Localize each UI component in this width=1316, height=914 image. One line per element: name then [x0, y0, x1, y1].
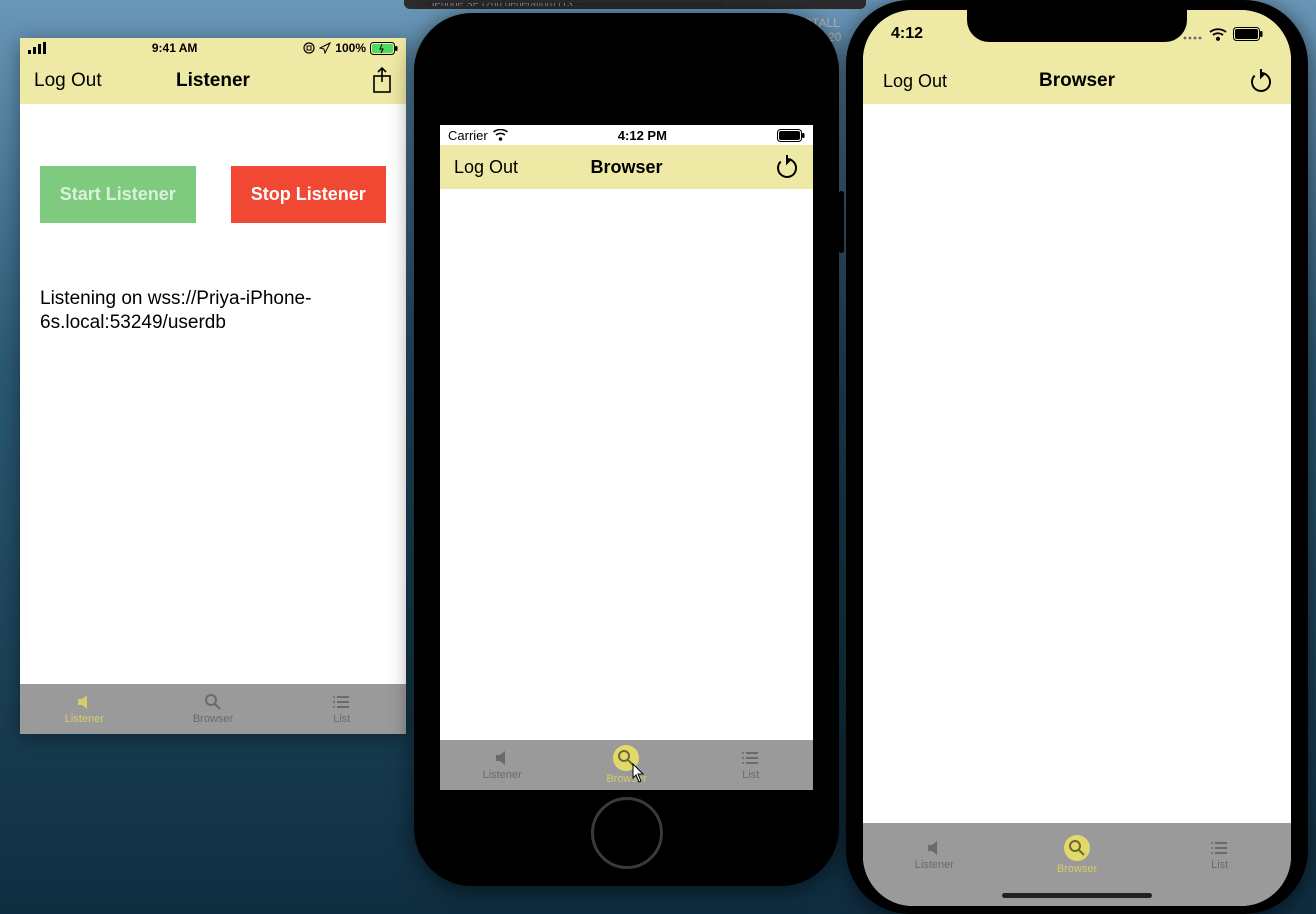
- simulator-browser-iphone8: Carrier 4:12 PM Log Out Browser Listener: [414, 13, 839, 886]
- cell-signal-icon: [28, 42, 46, 54]
- battery-icon: [777, 129, 805, 142]
- status-time: 4:12: [891, 25, 923, 43]
- page-title: Browser: [1039, 70, 1115, 92]
- start-listener-button[interactable]: Start Listener: [40, 166, 196, 223]
- tab-browser[interactable]: Browser: [1006, 823, 1149, 886]
- browser-content: [440, 189, 813, 740]
- mouse-cursor-icon: [632, 763, 646, 783]
- screen: Carrier 4:12 PM Log Out Browser Listener: [440, 125, 813, 790]
- status-bar: 9:41 AM 100%: [20, 38, 406, 58]
- refresh-icon[interactable]: [1249, 67, 1273, 95]
- tab-label: Listener: [483, 769, 522, 781]
- tab-listener[interactable]: Listener: [863, 823, 1006, 886]
- tab-label: Browser: [1057, 863, 1097, 875]
- xcode-status: iPhone SE (2nd generation) (13…: [426, 3, 723, 6]
- home-button[interactable]: [591, 797, 663, 869]
- tab-browser[interactable]: Browser: [564, 740, 688, 790]
- status-time: 4:12 PM: [618, 128, 667, 143]
- tab-list[interactable]: List: [1148, 823, 1291, 886]
- tab-bar: Listener Browser List: [440, 740, 813, 790]
- tab-label: List: [333, 713, 350, 725]
- logout-button[interactable]: Log Out: [34, 70, 102, 92]
- tab-label: List: [1211, 859, 1228, 871]
- logout-button[interactable]: Log Out: [883, 71, 947, 92]
- battery-icon: [1233, 27, 1263, 41]
- speaker-icon: [493, 749, 511, 767]
- tab-list[interactable]: List: [277, 684, 406, 734]
- refresh-icon[interactable]: [775, 153, 799, 181]
- speaker-icon: [925, 839, 943, 857]
- page-title: Listener: [176, 70, 250, 92]
- device-notch: [967, 10, 1187, 42]
- screen: 4:12 Log Out Browser Listener: [863, 10, 1291, 906]
- listener-status-text: Listening on wss://Priya-iPhone-6s.local…: [40, 287, 386, 335]
- status-bar: Carrier 4:12 PM: [440, 125, 813, 145]
- nav-bar: Log Out Listener: [20, 58, 406, 104]
- tab-listener[interactable]: Listener: [440, 740, 564, 790]
- tab-bar: Listener Browser List: [20, 684, 406, 734]
- share-icon[interactable]: [370, 66, 394, 96]
- battery-icon: [370, 42, 398, 55]
- status-time: 9:41 AM: [152, 41, 198, 55]
- list-icon: [333, 693, 351, 711]
- tab-highlight: [1064, 835, 1090, 861]
- nav-bar: Log Out Browser: [440, 145, 813, 189]
- speaker-icon: [75, 693, 93, 711]
- search-icon: [1068, 839, 1086, 857]
- browser-content: [863, 104, 1291, 823]
- xcode-status-text: iPhone SE (2nd generation) (13…: [432, 3, 583, 6]
- orientation-lock-icon: [303, 42, 315, 54]
- cell-signal-icon: [1183, 28, 1203, 40]
- list-icon: [1211, 839, 1229, 857]
- logout-button[interactable]: Log Out: [454, 157, 518, 178]
- wifi-icon: [1209, 28, 1227, 41]
- page-title: Browser: [590, 157, 662, 178]
- list-icon: [742, 749, 760, 767]
- carrier-label: Carrier: [448, 128, 488, 143]
- simulator-browser-iphonex: 4:12 Log Out Browser Listener: [846, 0, 1308, 914]
- tab-browser[interactable]: Browser: [149, 684, 278, 734]
- tab-label: Browser: [193, 713, 233, 725]
- wifi-icon: [493, 129, 508, 141]
- tab-label: List: [742, 769, 759, 781]
- search-icon: [204, 693, 222, 711]
- device-side-button: [839, 191, 844, 253]
- nav-bar: Log Out Browser: [863, 58, 1291, 104]
- tab-label: Listener: [65, 713, 104, 725]
- battery-percent: 100%: [335, 41, 366, 55]
- simulator-listener: 9:41 AM 100% Log Out Listener Start List…: [20, 38, 406, 734]
- home-indicator[interactable]: [1002, 893, 1152, 898]
- tab-listener[interactable]: Listener: [20, 684, 149, 734]
- tab-label: Listener: [915, 859, 954, 871]
- listener-content: Start Listener Stop Listener Listening o…: [20, 104, 406, 684]
- stop-listener-button[interactable]: Stop Listener: [231, 166, 387, 223]
- tab-list[interactable]: List: [689, 740, 813, 790]
- location-icon: [319, 42, 331, 54]
